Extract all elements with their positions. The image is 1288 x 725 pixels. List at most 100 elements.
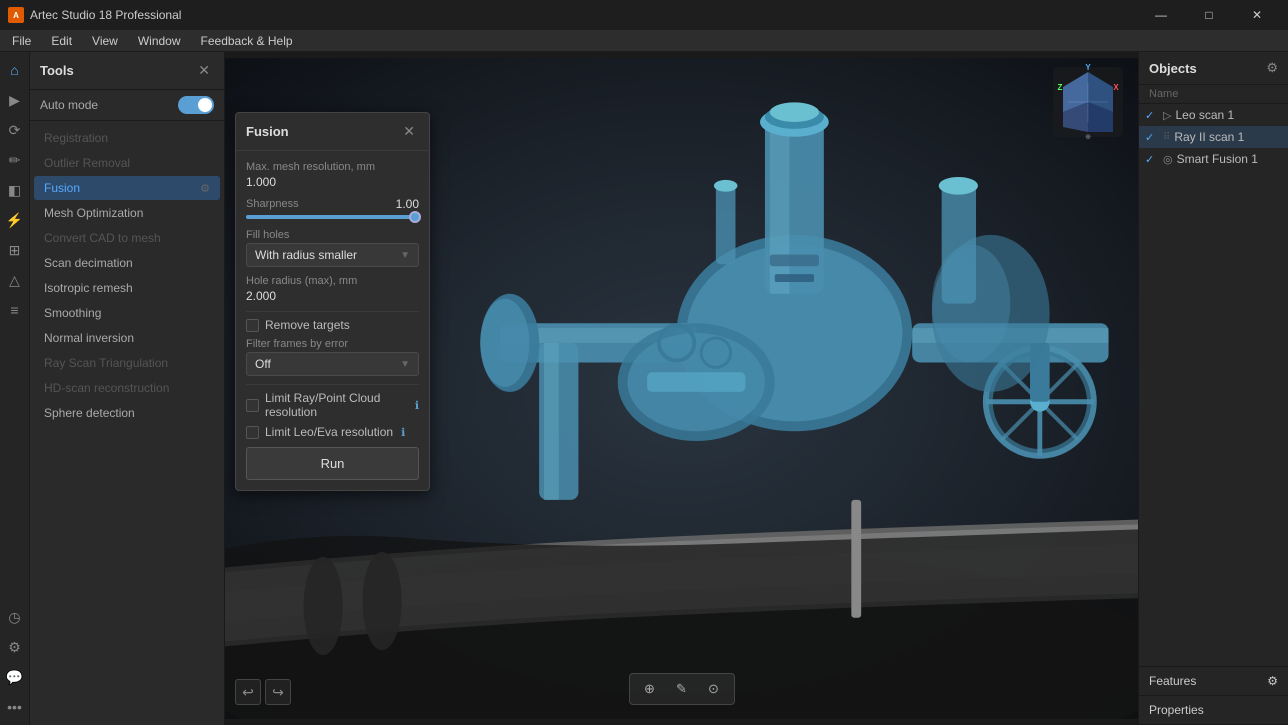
nav-cube[interactable]: Y X Z ⊕ xyxy=(1048,62,1128,142)
limit-ray-label: Limit Ray/Point Cloud resolution xyxy=(265,391,407,419)
filter-frames-value: Off xyxy=(255,357,271,371)
edit-icon-btn[interactable]: ✏ xyxy=(1,146,29,174)
flash-icon-btn[interactable]: ⚡ xyxy=(1,206,29,234)
tool-ray-scan: Ray Scan Triangulation xyxy=(34,351,220,375)
tool-smoothing[interactable]: Smoothing xyxy=(34,301,220,325)
tool-sphere-detection[interactable]: Sphere detection xyxy=(34,401,220,425)
tools-title: Tools xyxy=(40,63,74,78)
fusion-gear-icon[interactable]: ⚙ xyxy=(200,182,210,195)
tools-close-button[interactable]: ✕ xyxy=(194,60,214,81)
viewport-btn-edit[interactable]: ✎ xyxy=(668,677,696,701)
close-button[interactable]: ✕ xyxy=(1234,0,1280,30)
fusion-dialog-close-button[interactable]: ✕ xyxy=(399,121,419,142)
smart-fusion-name: Smart Fusion 1 xyxy=(1177,152,1282,166)
slider-thumb[interactable] xyxy=(409,211,421,223)
filter-frames-arrow-icon: ▼ xyxy=(400,359,410,370)
limit-leo-info-icon[interactable]: ℹ xyxy=(401,426,405,439)
viewport-bottom-toolbar: ⊕ ✎ ⊙ xyxy=(629,673,735,705)
history-icon-btn[interactable]: ◷ xyxy=(1,603,29,631)
object-item-leo-scan[interactable]: ✓ ▷ Leo scan 1 xyxy=(1139,104,1288,126)
limit-leo-checkbox[interactable] xyxy=(246,426,259,439)
sync-icon-btn[interactable]: ⟳ xyxy=(1,116,29,144)
maximize-button[interactable]: □ xyxy=(1186,0,1232,30)
fill-holes-select[interactable]: With radius smaller ▼ xyxy=(246,243,419,267)
object-item-ray-scan[interactable]: ✓ ⠿ Ray II scan 1 xyxy=(1139,126,1288,148)
limit-ray-row: Limit Ray/Point Cloud resolution ℹ xyxy=(246,391,419,419)
chat-icon-btn[interactable]: 💬 xyxy=(1,663,29,691)
properties-section[interactable]: Properties xyxy=(1139,696,1288,725)
more-icon-btn[interactable]: ••• xyxy=(1,693,29,721)
ray-scan-name: Ray II scan 1 xyxy=(1174,130,1282,144)
settings-icon-btn[interactable]: ⚙ xyxy=(1,633,29,661)
fusion-dialog-header: Fusion ✕ xyxy=(236,113,429,151)
max-mesh-resolution-value[interactable]: 1.000 xyxy=(246,175,419,189)
fill-holes-arrow-icon: ▼ xyxy=(400,250,410,261)
tool-outlier-removal: Outlier Removal xyxy=(34,151,220,175)
svg-text:Y: Y xyxy=(1085,63,1091,72)
fusion-dialog: Fusion ✕ Max. mesh resolution, mm 1.000 … xyxy=(235,112,430,491)
limit-leo-row: Limit Leo/Eva resolution ℹ xyxy=(246,425,419,439)
ray-scan-drag-icon: ⠿ xyxy=(1163,132,1170,143)
slider-fill xyxy=(246,215,419,219)
divider-1 xyxy=(246,311,419,312)
auto-mode-row: Auto mode xyxy=(30,90,224,121)
fill-holes-value: With radius smaller xyxy=(255,248,357,262)
remove-targets-checkbox[interactable] xyxy=(246,319,259,332)
features-label: Features xyxy=(1149,674,1196,688)
limit-ray-checkbox[interactable] xyxy=(246,399,259,412)
tool-mesh-optimization[interactable]: Mesh Optimization xyxy=(34,201,220,225)
viewport[interactable]: Y X Z ⊕ ⊕ ✎ ⊙ ↩ ↪ Fusion ✕ Max. mesh xyxy=(225,52,1138,725)
object-item-smart-fusion[interactable]: ✓ ◎ Smart Fusion 1 xyxy=(1139,148,1288,170)
objects-gear-icon[interactable]: ⚙ xyxy=(1266,60,1278,76)
auto-mode-toggle[interactable] xyxy=(178,96,214,114)
menu-file[interactable]: File xyxy=(4,32,39,50)
tools-header: Tools ✕ xyxy=(30,52,224,90)
filter-frames-select[interactable]: Off ▼ xyxy=(246,352,419,376)
hole-radius-value[interactable]: 2.000 xyxy=(246,289,419,303)
limit-leo-label: Limit Leo/Eva resolution xyxy=(265,425,393,439)
svg-text:Z: Z xyxy=(1058,83,1063,92)
grid-icon-btn[interactable]: ⊞ xyxy=(1,236,29,264)
triangle-icon-btn[interactable]: △ xyxy=(1,266,29,294)
obj-check-ray: ✓ xyxy=(1145,131,1159,144)
layers-icon-btn[interactable]: ◧ xyxy=(1,176,29,204)
menu-view[interactable]: View xyxy=(84,32,126,50)
icon-bar: ⌂ ▶ ⟳ ✏ ◧ ⚡ ⊞ △ ≡ ◷ ⚙ 💬 ••• xyxy=(0,52,30,725)
play-icon-btn[interactable]: ▶ xyxy=(1,86,29,114)
sharpness-slider[interactable] xyxy=(246,215,419,219)
objects-list: ✓ ▷ Leo scan 1 ✓ ⠿ Ray II scan 1 ✓ ◎ Sma… xyxy=(1139,104,1288,385)
titlebar-left: A Artec Studio 18 Professional xyxy=(8,7,181,23)
filter-frames-label: Filter frames by error xyxy=(246,338,419,350)
main-area: ⌂ ▶ ⟳ ✏ ◧ ⚡ ⊞ △ ≡ ◷ ⚙ 💬 ••• Tools ✕ Auto… xyxy=(0,52,1288,725)
undo-button[interactable]: ↩ xyxy=(235,679,261,705)
home-icon-btn[interactable]: ⌂ xyxy=(1,56,29,84)
tool-fusion[interactable]: Fusion ⚙ xyxy=(34,176,220,200)
obj-check-leo: ✓ xyxy=(1145,109,1159,122)
titlebar: A Artec Studio 18 Professional — □ ✕ xyxy=(0,0,1288,30)
viewport-btn-crosshair[interactable]: ⊕ xyxy=(636,677,664,701)
minimize-button[interactable]: — xyxy=(1138,0,1184,30)
list-icon-btn[interactable]: ≡ xyxy=(1,296,29,324)
tool-normal-inversion[interactable]: Normal inversion xyxy=(34,326,220,350)
app-logo: A xyxy=(8,7,24,23)
run-button[interactable]: Run xyxy=(246,447,419,480)
menu-feedback[interactable]: Feedback & Help xyxy=(193,32,301,50)
tools-panel: Tools ✕ Auto mode Registration Outlier R… xyxy=(30,52,225,725)
viewport-btn-target[interactable]: ⊙ xyxy=(700,677,728,701)
titlebar-controls[interactable]: — □ ✕ xyxy=(1138,0,1280,30)
tools-list: Registration Outlier Removal Fusion ⚙ Me… xyxy=(30,121,224,725)
right-panel: Objects ⚙ Name ✓ ▷ Leo scan 1 ✓ ⠿ Ray II… xyxy=(1138,52,1288,725)
auto-mode-label: Auto mode xyxy=(40,98,98,112)
tool-hd-scan: HD-scan reconstruction xyxy=(34,376,220,400)
name-column-label: Name xyxy=(1149,88,1178,100)
menu-window[interactable]: Window xyxy=(130,32,189,50)
redo-button[interactable]: ↪ xyxy=(265,679,291,705)
limit-ray-info-icon[interactable]: ℹ xyxy=(415,399,419,412)
hole-radius-label: Hole radius (max), mm xyxy=(246,275,419,287)
sharpness-row: Sharpness 1.00 xyxy=(246,197,419,211)
tool-scan-decimation[interactable]: Scan decimation xyxy=(34,251,220,275)
tool-isotropic-remesh[interactable]: Isotropic remesh xyxy=(34,276,220,300)
features-section[interactable]: Features ⚙ xyxy=(1139,667,1288,696)
menu-edit[interactable]: Edit xyxy=(43,32,80,50)
leo-scan-name: Leo scan 1 xyxy=(1175,108,1282,122)
